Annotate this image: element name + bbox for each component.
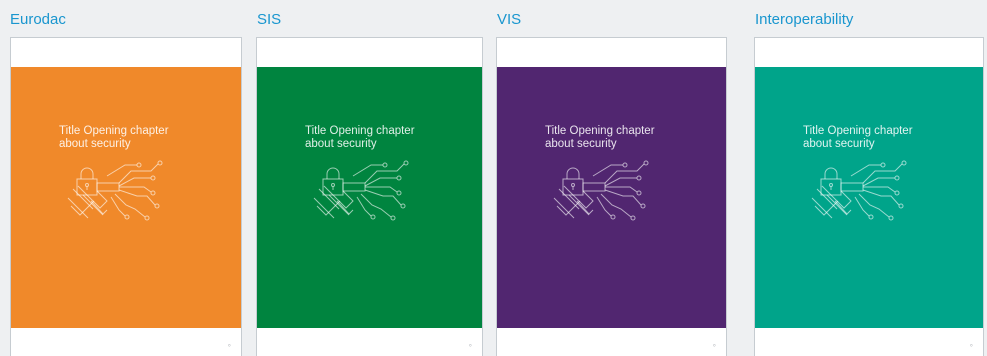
page-marker: ° xyxy=(227,343,231,352)
circuit-padlock-icon xyxy=(553,160,649,221)
cover-title: Title Opening chapter about security xyxy=(803,125,913,151)
page-marker: ° xyxy=(468,343,472,352)
cover-image-sis: Title Opening chapter about security xyxy=(257,67,482,328)
cover-title-line-1: Title Opening chapter xyxy=(803,125,913,137)
cover-title-line-2: about security xyxy=(59,138,131,150)
cover-card-interoperability[interactable]: Title Opening chapter about security ° xyxy=(754,37,984,356)
page-marker: ° xyxy=(712,343,716,352)
cover-image-vis: Title Opening chapter about security xyxy=(497,67,726,328)
page-marker: ° xyxy=(969,343,973,352)
cover-card-sis[interactable]: Title Opening chapter about security ° xyxy=(256,37,483,356)
cover-title: Title Opening chapter about security xyxy=(59,125,169,151)
cover-title-line-1: Title Opening chapter xyxy=(305,125,415,137)
card-title-sis: SIS xyxy=(257,11,282,28)
cover-image-interoperability: Title Opening chapter about security xyxy=(755,67,983,328)
cover-title-line-2: about security xyxy=(305,138,377,150)
cover-title-line-2: about security xyxy=(803,138,875,150)
cover-card-vis[interactable]: Title Opening chapter about security ° xyxy=(496,37,727,356)
cover-title: Title Opening chapter about security xyxy=(305,125,415,151)
cover-title: Title Opening chapter about security xyxy=(545,125,655,151)
card-title-interoperability: Interoperability xyxy=(755,11,854,28)
cover-card-eurodac[interactable]: Title Opening chapter about security ° xyxy=(10,37,242,356)
cover-image-eurodac: Title Opening chapter about security xyxy=(11,67,241,328)
cover-title-line-1: Title Opening chapter xyxy=(545,125,655,137)
card-title-vis: VIS xyxy=(497,11,522,28)
cover-title-line-1: Title Opening chapter xyxy=(59,125,169,137)
circuit-padlock-icon xyxy=(67,160,163,221)
circuit-padlock-icon xyxy=(811,160,907,221)
card-title-eurodac: Eurodac xyxy=(10,11,66,28)
circuit-padlock-icon xyxy=(313,160,409,221)
cover-title-line-2: about security xyxy=(545,138,617,150)
